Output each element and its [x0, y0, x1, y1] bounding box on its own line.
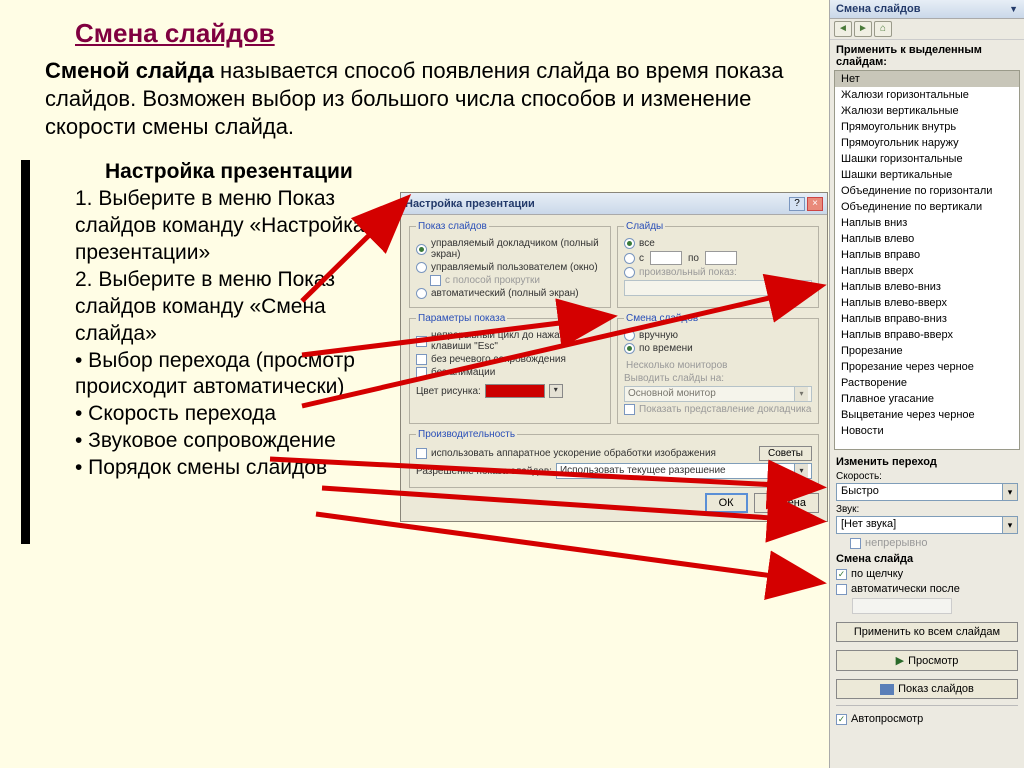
transition-item[interactable]: Прорезание через черное: [835, 359, 1019, 375]
check-loop-sound: [850, 538, 861, 549]
transition-item[interactable]: Выцветание через черное: [835, 407, 1019, 423]
radio-presenter[interactable]: [416, 244, 427, 255]
radio-range[interactable]: [624, 253, 635, 264]
accent-bar: [21, 160, 30, 544]
radio-all-slides[interactable]: [624, 238, 635, 249]
check-on-click[interactable]: [836, 569, 847, 580]
transition-item[interactable]: Наплыв вправо-вниз: [835, 311, 1019, 327]
transition-item[interactable]: Наплыв влево: [835, 231, 1019, 247]
tips-button[interactable]: Советы: [759, 446, 812, 461]
show-type-group: Показ слайдов управляемый докладчиком (п…: [409, 221, 611, 308]
check-no-narration[interactable]: [416, 354, 427, 365]
transition-item[interactable]: Новости: [835, 423, 1019, 439]
transition-item[interactable]: Растворение: [835, 375, 1019, 391]
color-dropdown-icon[interactable]: ▾: [549, 384, 563, 398]
check-scrollbar: [430, 275, 441, 286]
chevron-down-icon[interactable]: ▾: [1002, 484, 1017, 500]
to-input[interactable]: [705, 251, 737, 265]
transition-list[interactable]: НетЖалюзи горизонтальныеЖалюзи вертикаль…: [834, 70, 1020, 450]
dialog-titlebar[interactable]: Настройка презентации ? ×: [401, 193, 827, 215]
slides-range-group: Слайды все спо произвольный показ: ▾: [617, 221, 819, 308]
show-params-group: Параметры показа непрерывный цикл до наж…: [409, 313, 611, 424]
transition-item[interactable]: Объединение по горизонтали: [835, 183, 1019, 199]
speed-select[interactable]: Быстро▾: [836, 483, 1018, 501]
advance-group: Смена слайдов вручную по времени Несколь…: [617, 313, 819, 424]
transition-item[interactable]: Наплыв влево-вниз: [835, 279, 1019, 295]
transition-item[interactable]: Наплыв вправо: [835, 247, 1019, 263]
check-auto-after[interactable]: [836, 584, 847, 595]
pane-nav: ◄ ► ⌂: [830, 19, 1024, 40]
settings-dialog: Настройка презентации ? × Показ слайдов …: [400, 192, 828, 522]
radio-user[interactable]: [416, 262, 427, 273]
transition-item[interactable]: Наплыв вправо-вверх: [835, 327, 1019, 343]
task-pane: Смена слайдов▼ ◄ ► ⌂ Применить к выделен…: [829, 0, 1024, 768]
transition-item[interactable]: Наплыв вверх: [835, 263, 1019, 279]
transition-item[interactable]: Шашки вертикальные: [835, 167, 1019, 183]
transition-item[interactable]: Жалюзи вертикальные: [835, 103, 1019, 119]
transition-item[interactable]: Наплыв влево-вверх: [835, 295, 1019, 311]
nav-fwd-icon[interactable]: ►: [854, 21, 872, 37]
transition-item[interactable]: Прямоугольник наружу: [835, 135, 1019, 151]
transition-item[interactable]: Объединение по вертикали: [835, 199, 1019, 215]
page-title: Смена слайдов: [75, 18, 809, 49]
apply-label: Применить к выделенным слайдам:: [830, 40, 1024, 70]
pane-header[interactable]: Смена слайдов▼: [830, 0, 1024, 19]
chevron-down-icon[interactable]: ▾: [1002, 517, 1017, 533]
resolution-select[interactable]: Использовать текущее разрешение▾: [556, 463, 812, 479]
play-button[interactable]: ▶Просмотр: [836, 650, 1018, 671]
check-loop[interactable]: [416, 336, 427, 347]
check-hw-accel[interactable]: [416, 448, 427, 459]
apply-all-button[interactable]: Применить ко всем слайдам: [836, 622, 1018, 642]
auto-time-input[interactable]: [852, 598, 952, 614]
check-no-animation[interactable]: [416, 367, 427, 378]
radio-manual[interactable]: [624, 330, 635, 341]
dropdown-icon[interactable]: ▼: [1009, 4, 1018, 14]
modify-header: Изменить переход: [836, 456, 1018, 468]
advance-header: Смена слайда: [836, 553, 1018, 565]
transition-item[interactable]: Прорезание: [835, 343, 1019, 359]
radio-auto[interactable]: [416, 288, 427, 299]
radio-custom: [624, 267, 635, 278]
transition-item[interactable]: Нет: [835, 71, 1019, 87]
sound-select[interactable]: [Нет звука]▾: [836, 516, 1018, 534]
pen-color-swatch[interactable]: [485, 384, 545, 398]
description: Сменой слайда называется способ появлени…: [45, 57, 809, 141]
performance-group: Производительность использовать аппаратн…: [409, 429, 819, 488]
from-input[interactable]: [650, 251, 682, 265]
slide-content: Смена слайдов Сменой слайда называется с…: [0, 0, 829, 768]
instructions: Настройка презентации 1. Выберите в меню…: [75, 159, 385, 482]
cancel-button[interactable]: Отмена: [754, 493, 819, 513]
transition-item[interactable]: Плавное угасание: [835, 391, 1019, 407]
transition-item[interactable]: Прямоугольник внутрь: [835, 119, 1019, 135]
ok-button[interactable]: ОК: [705, 493, 748, 513]
transition-item[interactable]: Жалюзи горизонтальные: [835, 87, 1019, 103]
monitor-select: Основной монитор▾: [624, 386, 812, 402]
nav-home-icon[interactable]: ⌂: [874, 21, 892, 37]
close-button[interactable]: ×: [807, 197, 823, 211]
custom-show-select: ▾: [624, 280, 812, 296]
transition-item[interactable]: Шашки горизонтальные: [835, 151, 1019, 167]
check-autopreview[interactable]: [836, 714, 847, 725]
transition-item[interactable]: Наплыв вниз: [835, 215, 1019, 231]
slideshow-icon: [880, 684, 894, 695]
check-presenter-view: [624, 404, 635, 415]
nav-back-icon[interactable]: ◄: [834, 21, 852, 37]
radio-timed[interactable]: [624, 343, 635, 354]
slideshow-button[interactable]: Показ слайдов: [836, 679, 1018, 699]
help-button[interactable]: ?: [789, 197, 805, 211]
